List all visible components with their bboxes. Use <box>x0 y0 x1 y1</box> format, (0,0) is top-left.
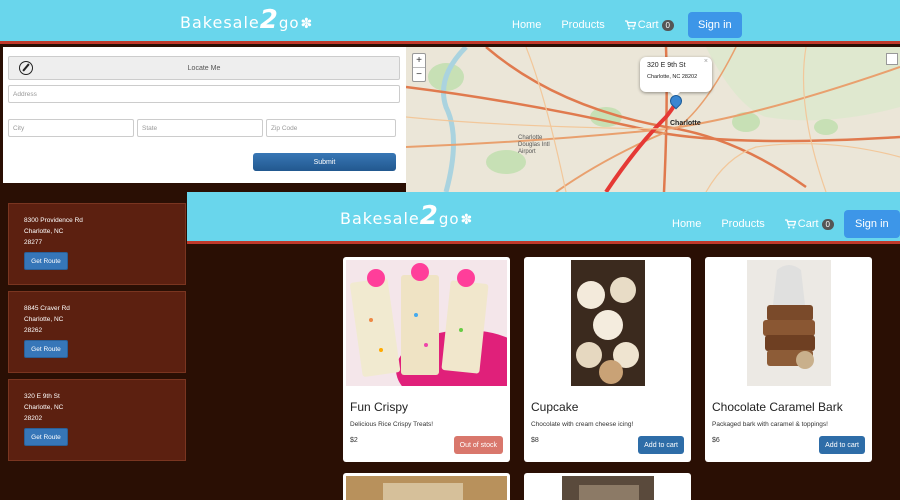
sign-in-button[interactable]: Sign in <box>844 210 900 238</box>
add-to-cart-button[interactable]: Add to cart <box>819 436 865 454</box>
product-price: $2 <box>350 437 358 444</box>
location-line1: 320 E 9th St <box>24 393 60 400</box>
product-price: $6 <box>712 437 720 444</box>
location-line3: 28262 <box>24 327 43 334</box>
cart-label: Cart <box>637 19 659 31</box>
city-field[interactable]: City <box>8 119 134 137</box>
product-card[interactable] <box>524 473 691 500</box>
nav-cart-link[interactable]: Cart 0 <box>784 218 834 230</box>
snowflake-icon: ✽ <box>300 16 314 32</box>
product-name: Cupcake <box>531 400 579 414</box>
brand-go: go <box>438 210 460 228</box>
product-card[interactable]: Cupcake Chocolate with cream cheese icin… <box>524 257 691 462</box>
location-line2: Charlotte, NC <box>24 316 64 323</box>
product-card[interactable]: Chocolate Caramel Bark Packaged bark wit… <box>705 257 872 462</box>
location-card: 320 E 9th St Charlotte, NC 28202 Get Rou… <box>8 379 186 461</box>
map-view[interactable]: + − Charlotte Douglas Intl Airport 320 E… <box>406 47 900 192</box>
cart-label: Cart <box>797 218 819 230</box>
cart-count-badge: 0 <box>661 19 674 31</box>
product-description: Packaged bark with caramel & toppings! <box>712 421 828 428</box>
zoom-control: + − <box>412 53 426 82</box>
brand-logo[interactable]: Bakesale2go✽ <box>180 5 313 35</box>
location-card: 8845 Craver Rd Charlotte, NC 28262 Get R… <box>8 291 186 373</box>
nav-products-link[interactable]: Products <box>721 218 764 230</box>
sign-in-button[interactable]: Sign in <box>688 12 742 38</box>
brand-text: Bakesale <box>180 13 260 32</box>
brand-text: Bakesale <box>340 209 420 228</box>
product-description: Chocolate with cream cheese icing! <box>531 421 634 428</box>
brand-go: go <box>278 14 300 32</box>
get-route-button[interactable]: Get Route <box>24 252 68 270</box>
brand-logo[interactable]: Bakesale2go✽ <box>340 201 473 231</box>
location-line2: Charlotte, NC <box>24 228 64 235</box>
locate-me-button[interactable]: Locate Me <box>8 56 400 80</box>
product-price: $8 <box>531 437 539 444</box>
product-card[interactable] <box>343 473 510 500</box>
location-card: 8300 Providence Rd Charlotte, NC 28277 G… <box>8 203 186 285</box>
airport-map-label: Charlotte Douglas Intl Airport <box>518 135 550 155</box>
location-line3: 28202 <box>24 415 43 422</box>
state-field[interactable]: State <box>137 119 263 137</box>
get-route-button[interactable]: Get Route <box>24 428 68 446</box>
get-route-button[interactable]: Get Route <box>24 340 68 358</box>
location-popup: 320 E 9th St Charlotte, NC 28202 × <box>640 57 712 97</box>
product-image-cupcake[interactable] <box>571 260 645 386</box>
submit-button[interactable]: Submit <box>253 153 396 171</box>
location-line3: 28277 <box>24 239 43 246</box>
product-photo <box>346 476 507 500</box>
nav-cart-link[interactable]: Cart 0 <box>624 19 674 31</box>
nav-home-link[interactable]: Home <box>512 19 541 31</box>
popup-close-icon[interactable]: × <box>704 58 708 65</box>
nav-products-link[interactable]: Products <box>561 19 604 31</box>
map-layer-toggle[interactable] <box>886 53 898 65</box>
popup-address: 320 E 9th St <box>647 62 686 69</box>
location-line1: 8300 Providence Rd <box>24 217 83 224</box>
snowflake-icon: ✽ <box>460 212 474 228</box>
zip-code-field[interactable]: Zip Code <box>266 119 396 137</box>
address-field[interactable]: Address <box>8 85 400 103</box>
cart-count-badge: 0 <box>821 218 834 230</box>
product-name: Chocolate Caramel Bark <box>712 400 843 414</box>
product-photo <box>571 260 645 386</box>
zoom-in-button[interactable]: + <box>413 54 425 68</box>
product-name: Fun Crispy <box>350 400 409 414</box>
compass-icon <box>19 61 33 75</box>
product-photo <box>346 260 507 386</box>
product-image-caramel-bark[interactable] <box>747 260 831 386</box>
top-navbar: Bakesale2go✽ Home Products Cart 0 Sign i… <box>0 0 900 44</box>
popup-city: Charlotte, NC 28202 <box>647 74 698 80</box>
product-photo <box>747 260 831 386</box>
location-line2: Charlotte, NC <box>24 404 64 411</box>
zoom-out-button[interactable]: − <box>413 68 425 81</box>
product-description: Delicious Rice Crispy Treats! <box>350 421 434 428</box>
shopping-cart-icon <box>784 219 796 229</box>
locate-me-label: Locate Me <box>187 64 221 72</box>
product-photo <box>562 476 654 500</box>
nav-home-link[interactable]: Home <box>672 218 701 230</box>
shopping-cart-icon <box>624 20 636 30</box>
brand-two: 2 <box>259 5 279 35</box>
product-image-rice-crispy[interactable] <box>346 260 507 386</box>
product-card[interactable]: Fun Crispy Delicious Rice Crispy Treats!… <box>343 257 510 462</box>
city-map-label: Charlotte <box>670 120 701 127</box>
main-navbar: Bakesale2go✽ Home Products Cart 0 Sign i… <box>187 192 900 244</box>
add-to-cart-button[interactable]: Add to cart <box>638 436 684 454</box>
locate-form: Locate Me Address City State Zip Code Su… <box>3 47 406 183</box>
location-line1: 8845 Craver Rd <box>24 305 70 312</box>
brand-two: 2 <box>419 201 439 231</box>
out-of-stock-button[interactable]: Out of stock <box>453 436 503 454</box>
